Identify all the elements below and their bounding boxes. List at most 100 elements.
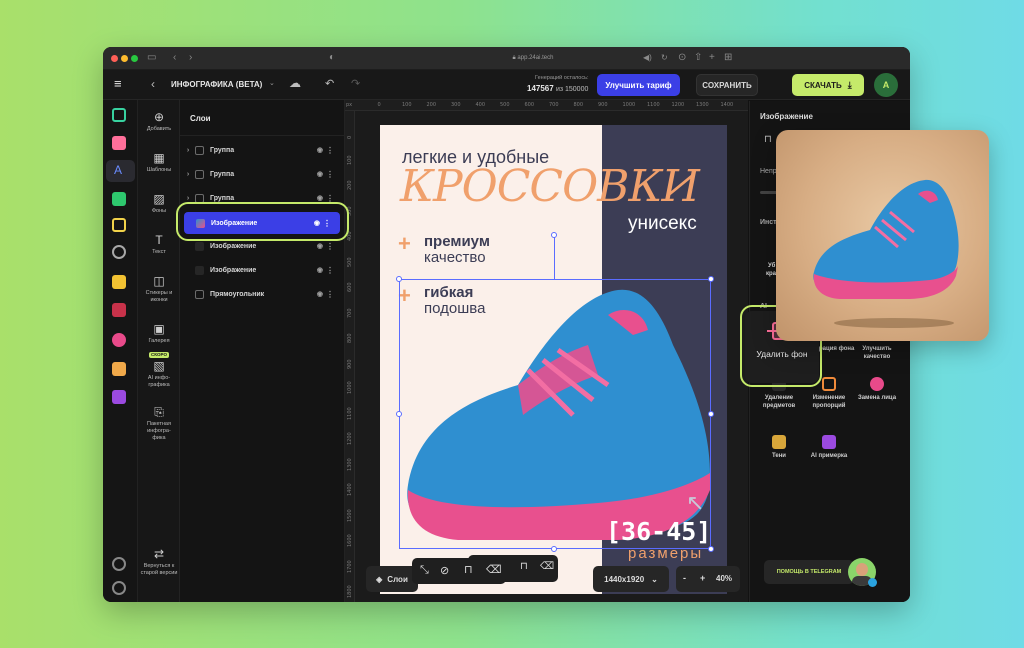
tool-backgrounds[interactable]: ▨ Фоны: [138, 192, 180, 215]
layer-item[interactable]: Прямоугольник ◉ ⋮: [183, 284, 343, 304]
more-icon[interactable]: ⋮: [326, 242, 334, 251]
telegram-help-button[interactable]: ПОМОЩЬ В TELEGRAM: [764, 560, 854, 584]
undo-icon[interactable]: ↶: [325, 77, 334, 90]
resize-handle[interactable]: [708, 411, 714, 417]
minimize-window-button[interactable]: [121, 55, 128, 62]
share-icon[interactable]: ⇧: [694, 52, 702, 64]
resize-handle[interactable]: [396, 411, 402, 417]
tool-gallery[interactable]: ▣ Галерея: [138, 322, 180, 345]
design-icon[interactable]: [112, 136, 126, 150]
reload-icon[interactable]: ↻: [661, 52, 668, 64]
tool-batch-infographic[interactable]: ⎘ Пакетная инфогра-фика: [138, 405, 180, 442]
close-window-button[interactable]: [111, 55, 118, 62]
hide-bg-icon[interactable]: ⊘: [440, 564, 449, 577]
trash-icon[interactable]: ⌫: [486, 563, 502, 576]
face-icon[interactable]: [112, 333, 126, 347]
chevron-right-icon[interactable]: ›: [183, 171, 193, 178]
expand-icon[interactable]: ⤡: [420, 564, 429, 577]
url-bar[interactable]: 🔒︎ app.24ai.tech: [433, 53, 633, 64]
save-button[interactable]: СОХРАНИТЬ: [696, 74, 758, 96]
user-avatar[interactable]: A: [874, 73, 898, 97]
layers-bottom-button[interactable]: ◈ Слои: [366, 566, 418, 592]
object-toolbar: ⤡ ⊘ ⊓ ⌫: [412, 558, 506, 584]
zoom-out-button[interactable]: -: [683, 573, 686, 583]
poster-artboard[interactable]: легкие и удобные КРОССОВКИ унисекс + пре…: [380, 125, 727, 594]
audio-icon[interactable]: ◀︎): [643, 52, 652, 64]
image-icon[interactable]: [112, 362, 126, 376]
help-icon[interactable]: [112, 581, 126, 595]
lock-ratio-icon[interactable]: ⊓: [764, 134, 772, 145]
eye-icon[interactable]: ◉: [317, 194, 323, 202]
chevron-right-icon[interactable]: ›: [183, 147, 193, 154]
resize-handle[interactable]: [708, 546, 714, 552]
forward-arrow-icon[interactable]: ›: [189, 52, 192, 64]
tool-text[interactable]: T Текст: [138, 233, 180, 256]
zoom-in-button[interactable]: +: [700, 573, 705, 583]
chevron-down-icon[interactable]: ⌄: [269, 79, 275, 87]
nodes-icon[interactable]: [112, 108, 126, 122]
tool-stickers[interactable]: ◫ Стикеры и иконки: [138, 274, 180, 304]
more-icon[interactable]: ⋮: [326, 146, 334, 155]
ruler-tick-label: 1200: [347, 432, 353, 445]
tool-templates[interactable]: ▦ Шаблоны: [138, 151, 180, 174]
new-tab-icon[interactable]: +: [709, 52, 715, 64]
ruler-tick-label: 900: [598, 102, 608, 108]
cloud-save-icon[interactable]: ☁︎: [289, 76, 301, 90]
delete-icon[interactable]: ⌫: [540, 561, 554, 572]
layer-item[interactable]: › Группа ◉ ⋮: [183, 164, 343, 184]
download-icon[interactable]: ⊙: [678, 52, 686, 64]
tool-ai-infographic[interactable]: СКОРО ▧ AI инфо-графика: [138, 352, 180, 389]
settings-icon[interactable]: [112, 245, 126, 259]
poster-sizes[interactable]: [36-45]: [606, 517, 711, 546]
resize-handle[interactable]: [551, 546, 557, 552]
theme-icon[interactable]: [112, 557, 126, 571]
folder-icon[interactable]: [112, 275, 126, 289]
shirt-icon[interactable]: [112, 390, 126, 404]
eye-icon[interactable]: ◉: [317, 266, 323, 274]
layer-item[interactable]: › Группа ◉ ⋮: [183, 140, 343, 160]
resize-handle[interactable]: [708, 276, 714, 282]
maximize-window-button[interactable]: [131, 55, 138, 62]
rotate-handle[interactable]: [551, 232, 557, 238]
more-icon[interactable]: ⋮: [326, 266, 334, 275]
tool-face-swap[interactable]: Замена лица: [852, 377, 902, 402]
grid-icon[interactable]: [112, 218, 126, 232]
redo-icon[interactable]: ↷: [351, 77, 360, 90]
lock-object-icon[interactable]: ⊓: [464, 563, 473, 576]
tool-shadows[interactable]: Тени: [754, 435, 804, 460]
eye-icon[interactable]: ◉: [317, 146, 323, 154]
back-icon[interactable]: ‹: [151, 77, 155, 91]
back-to-old-version[interactable]: ⇄ Вернуться к старой версии: [138, 547, 180, 577]
tabs-overview-icon[interactable]: ⊞: [724, 52, 732, 64]
feature-1-sub[interactable]: качество: [424, 249, 486, 266]
selection-box[interactable]: [399, 279, 711, 549]
resize-handle[interactable]: [396, 276, 402, 282]
feature-1-title[interactable]: премиум: [424, 233, 490, 250]
tool-enhance[interactable]: Улучшить качество: [852, 345, 902, 361]
chevron-right-icon[interactable]: ›: [183, 195, 193, 202]
strike-icon[interactable]: [112, 303, 126, 317]
tool-ai-tryon[interactable]: AI примерка: [804, 435, 854, 460]
poster-unisex[interactable]: унисекс: [628, 213, 697, 235]
eye-icon[interactable]: ◉: [317, 242, 323, 250]
more-icon[interactable]: ⋮: [326, 170, 334, 179]
layers-green-icon[interactable]: [112, 192, 126, 206]
canvas-area[interactable]: px 0 100 200 300 400 500 600 700 800 900 1000 1100 12…: [345, 100, 748, 602]
canvas-size-select[interactable]: 1440x1920 ⌄: [593, 566, 669, 592]
ruler-tick-label: 300: [451, 102, 461, 108]
menu-icon[interactable]: ≡: [114, 77, 122, 91]
more-icon[interactable]: ⋮: [326, 290, 334, 299]
project-title[interactable]: ИНФОГРАФИКА (BETA): [171, 80, 262, 89]
tool-add[interactable]: ⊕ Добавить: [138, 110, 180, 133]
download-button[interactable]: СКАЧАТЬ ⤓: [792, 74, 864, 96]
stack-icon: ◈: [376, 574, 383, 584]
sidebar-toggle-icon[interactable]: ▭: [147, 52, 156, 64]
layer-item[interactable]: Изображение ◉ ⋮: [183, 260, 343, 280]
poster-sizes-word[interactable]: размеры: [628, 545, 703, 562]
eye-icon[interactable]: ◉: [317, 290, 323, 298]
eye-icon[interactable]: ◉: [317, 170, 323, 178]
poster-brand[interactable]: КРОССОВКИ: [400, 161, 700, 212]
back-arrow-icon[interactable]: ‹: [173, 52, 176, 64]
upgrade-plan-button[interactable]: Улучшить тариф: [597, 74, 680, 96]
lock-icon[interactable]: ⊓: [520, 561, 528, 572]
